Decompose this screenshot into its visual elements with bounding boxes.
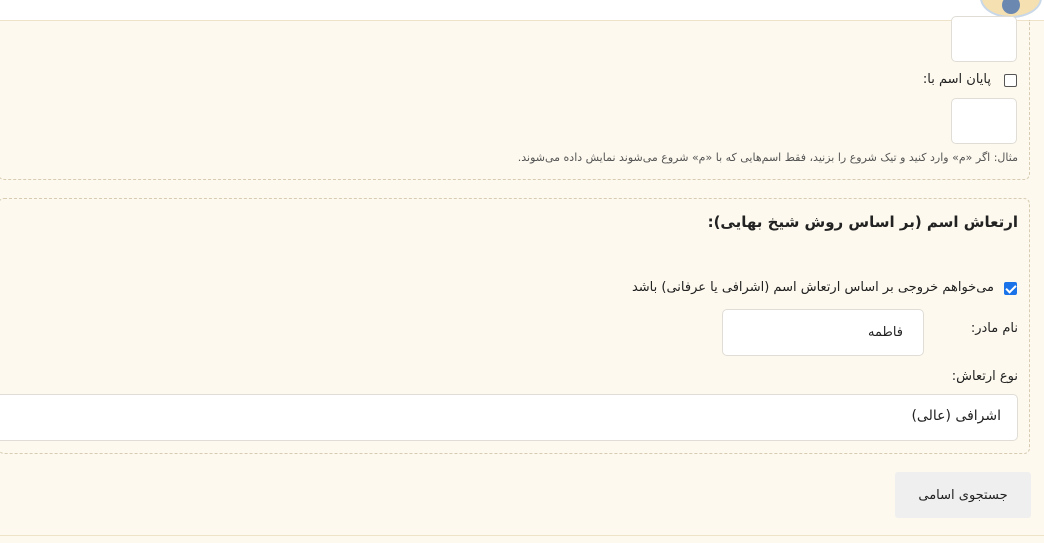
divider [0,535,1044,536]
mother-name-input[interactable] [722,309,924,356]
vibration-type-label: نوع ارتعاش: [951,369,1018,384]
search-names-button[interactable]: جستجوی اسامی [895,472,1031,518]
vibration-checkbox[interactable] [1004,282,1017,295]
starts-with-input[interactable] [951,16,1017,62]
ends-with-input[interactable] [951,98,1017,144]
ends-with-label: پایان اسم با: [922,72,991,87]
avatar-figure-icon [1002,0,1020,14]
mother-name-label: نام مادر: [970,321,1018,336]
vibration-type-value: اشرافی (عالی) [911,408,1001,424]
vibration-checkbox-label: می‌خواهم خروجی بر اساس ارتعاش اسم (اشراف… [631,280,994,295]
vibration-heading: ارتعاش اسم (بر اساس روش شیخ بهایی): [707,213,1018,231]
vibration-type-select[interactable]: اشرافی (عالی) [0,394,1018,441]
ends-with-checkbox[interactable] [1004,74,1017,87]
filter-hint: مثال: اگر «م» وارد کنید و تیک شروع را بز… [517,151,1018,164]
top-bar [0,0,1044,21]
